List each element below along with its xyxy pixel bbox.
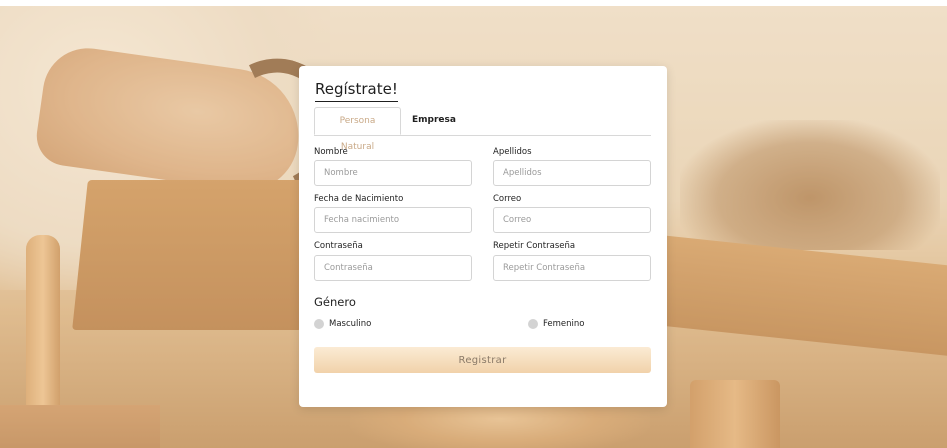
apellidos-input[interactable] — [493, 160, 651, 186]
nombre-label: Nombre — [314, 147, 348, 157]
page: Regístrate! Persona Natural Empresa Nomb… — [0, 0, 947, 448]
account-type-tabs: Persona Natural Empresa — [314, 107, 651, 152]
radio-icon[interactable] — [528, 319, 538, 329]
fecha-nacimiento-input[interactable] — [314, 207, 472, 233]
nombre-input[interactable] — [314, 160, 472, 186]
correo-label: Correo — [493, 194, 522, 204]
gender-heading: Género — [314, 295, 356, 309]
gender-option-masculino[interactable]: Masculino — [314, 317, 371, 331]
register-button[interactable]: Registrar — [314, 347, 651, 373]
radio-icon[interactable] — [314, 319, 324, 329]
tab-empresa[interactable]: Empresa — [404, 107, 464, 135]
repetir-contrasena-input[interactable] — [493, 255, 651, 281]
contrasena-input[interactable] — [314, 255, 472, 281]
gender-option-label: Femenino — [543, 319, 585, 329]
fecha-nacimiento-label: Fecha de Nacimiento — [314, 194, 404, 204]
apellidos-label: Apellidos — [493, 147, 532, 157]
gender-option-femenino[interactable]: Femenino — [528, 317, 585, 331]
form-title: Regístrate! — [315, 79, 398, 102]
contrasena-label: Contraseña — [314, 241, 363, 251]
gender-option-label: Masculino — [329, 319, 372, 329]
repetir-contrasena-label: Repetir Contraseña — [493, 241, 576, 251]
correo-input[interactable] — [493, 207, 651, 233]
tab-persona-natural[interactable]: Persona Natural — [314, 107, 401, 152]
top-strip — [0, 0, 947, 6]
registration-card: Regístrate! Persona Natural Empresa Nomb… — [299, 66, 667, 407]
